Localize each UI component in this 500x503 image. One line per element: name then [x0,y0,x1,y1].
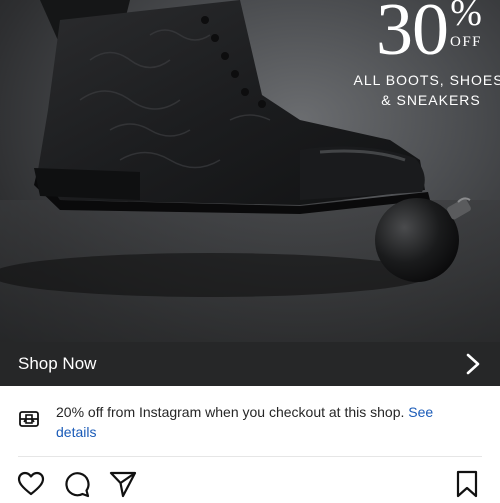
promo-discount: 30 % OFF [376,0,483,71]
promo-off-label: OFF [450,34,483,50]
like-button[interactable] [17,470,45,498]
gift-card-icon [19,411,39,427]
shop-now-button[interactable]: Shop Now [0,342,500,386]
save-button[interactable] [453,470,481,498]
promo-banner: 30 % OFF ALL BOOTS, SHOES, & SNEAKERS [280,0,500,120]
promo-percent-sign: % [450,0,482,34]
offer-row: 20% off from Instagram when you checkout… [0,386,500,454]
promo-line-1: ALL BOOTS, SHOES, [353,72,500,88]
promo-number: 30 [376,0,449,71]
chevron-right-icon [466,353,480,375]
comment-icon [65,472,90,498]
offer-message: 20% off from Instagram when you checkout… [56,404,409,420]
post-image[interactable]: 30 % OFF ALL BOOTS, SHOES, & SNEAKERS [0,0,500,342]
shop-now-label: Shop Now [18,354,97,373]
offer-text: 20% off from Instagram when you checkout… [56,402,466,442]
share-button[interactable] [109,470,137,498]
post-action-bar [0,468,500,500]
heart-icon [17,471,45,496]
promo-line-2: & SNEAKERS [381,92,481,108]
comment-button[interactable] [63,470,91,498]
bookmark-icon [456,470,478,498]
divider [18,456,482,457]
send-icon [109,471,137,498]
